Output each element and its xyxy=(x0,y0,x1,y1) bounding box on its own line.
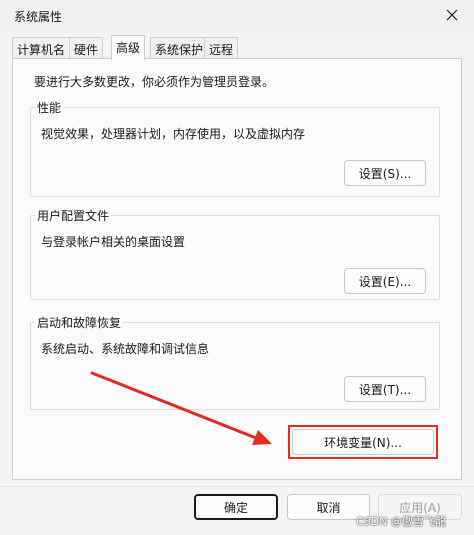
close-icon xyxy=(446,9,458,21)
performance-description: 视觉效果，处理器计划，内存使用，以及虚拟内存 xyxy=(41,127,306,141)
tab-computer-name[interactable]: 计算机名 xyxy=(12,37,71,59)
tab-strip: 计算机名 硬件 高级 系统保护 远程 xyxy=(12,35,452,60)
close-button[interactable] xyxy=(440,4,464,26)
ok-button[interactable]: 确定 xyxy=(194,494,278,520)
watermark: CSDN @傲雪飞龍 xyxy=(356,515,446,528)
user-profiles-description: 与登录帐户相关的桌面设置 xyxy=(41,235,186,249)
window-title: 系统属性 xyxy=(14,10,63,24)
tab-advanced[interactable]: 高级 xyxy=(111,35,146,60)
user-profiles-group-title: 用户配置文件 xyxy=(35,207,112,224)
performance-group-title: 性能 xyxy=(35,99,64,116)
tab-remote[interactable]: 远程 xyxy=(204,37,239,59)
title-bar: 系统属性 xyxy=(0,0,474,32)
startup-recovery-group-title: 启动和故障恢复 xyxy=(35,314,124,331)
tab-hardware[interactable]: 硬件 xyxy=(69,37,104,59)
footer-separator xyxy=(0,486,474,487)
performance-settings-button[interactable]: 设置(S)... xyxy=(344,160,426,186)
annotation-highlight-box xyxy=(288,425,438,459)
startup-recovery-settings-button[interactable]: 设置(T)... xyxy=(344,376,426,402)
admin-note: 要进行大多数更改，你必须作为管理员登录。 xyxy=(34,75,275,89)
tab-system-protection[interactable]: 系统保护 xyxy=(150,37,209,59)
user-profiles-settings-button[interactable]: 设置(E)... xyxy=(344,268,426,294)
startup-recovery-description: 系统启动、系统故障和调试信息 xyxy=(41,342,210,356)
